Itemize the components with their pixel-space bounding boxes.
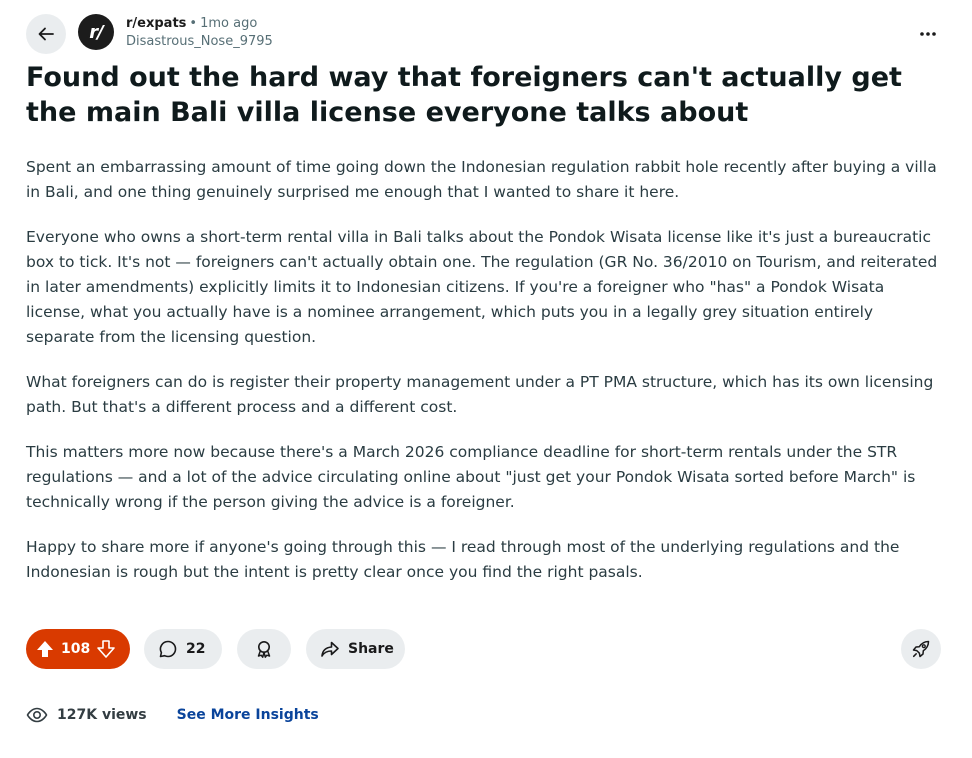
- eye-icon: [26, 704, 48, 726]
- rocket-icon: [911, 639, 931, 659]
- post-time: 1mo ago: [200, 16, 258, 31]
- post-actions: 108 22 Share: [26, 629, 941, 669]
- subreddit-name[interactable]: r/expats: [126, 16, 186, 31]
- post-paragraph: This matters more now because there's a …: [26, 443, 916, 511]
- downvote-icon[interactable]: [96, 639, 116, 659]
- post-header: r/ r/expats • 1mo ago Disastrous_Nose_9795: [26, 14, 946, 54]
- subreddit-avatar[interactable]: r/: [78, 14, 114, 50]
- more-options-button[interactable]: [910, 16, 946, 52]
- post-paragraph: What foreigners can do is register their…: [26, 373, 934, 416]
- more-horizontal-icon: [919, 31, 937, 37]
- boost-button[interactable]: [901, 629, 941, 669]
- avatar-text: r/: [89, 21, 103, 43]
- award-icon: [254, 639, 274, 659]
- post-title: Found out the hard way that foreigners c…: [26, 62, 902, 128]
- share-icon: [320, 639, 340, 659]
- award-button[interactable]: [237, 629, 291, 669]
- back-button[interactable]: [26, 14, 66, 54]
- view-count: 127K views: [57, 707, 147, 723]
- post-paragraph: Everyone who owns a short-term rental vi…: [26, 228, 938, 346]
- share-label: Share: [348, 641, 394, 657]
- author-name[interactable]: Disastrous_Nose_9795: [126, 33, 273, 51]
- post-meta: r/expats • 1mo ago Disastrous_Nose_9795: [126, 15, 273, 51]
- comment-count: 22: [186, 641, 206, 657]
- vote-count: 108: [61, 641, 91, 657]
- upvote-icon[interactable]: [35, 639, 55, 659]
- post-body: Spent an embarrassing amount of time goi…: [26, 155, 946, 605]
- arrow-left-icon: [36, 24, 56, 44]
- comment-icon: [158, 639, 178, 659]
- comments-button[interactable]: 22: [144, 629, 222, 669]
- share-button[interactable]: Share: [306, 629, 405, 669]
- vote-control: 108: [26, 629, 130, 669]
- post-insights: 127K views See More Insights: [26, 704, 319, 726]
- see-more-insights-link[interactable]: See More Insights: [177, 707, 319, 723]
- meta-separator: •: [189, 16, 198, 31]
- post-paragraph: Happy to share more if anyone's going th…: [26, 538, 900, 581]
- post-paragraph: Spent an embarrassing amount of time goi…: [26, 158, 937, 201]
